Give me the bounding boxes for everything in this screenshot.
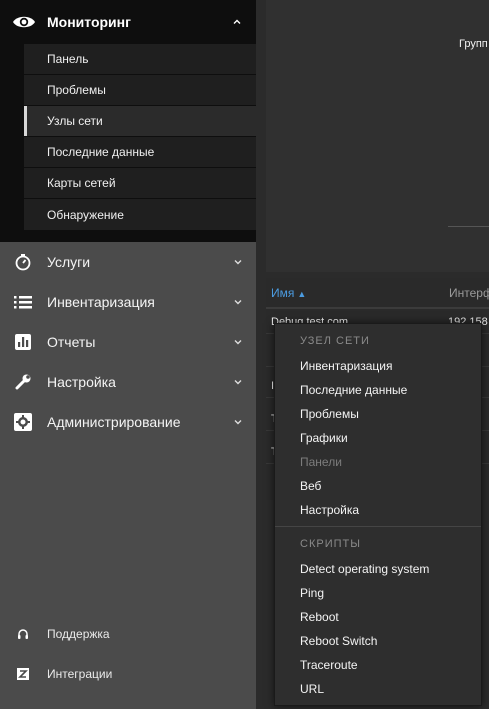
submenu-item-label: Обнаружение	[47, 207, 124, 222]
column-header-interface: Интерф	[449, 286, 489, 300]
wrench-icon	[13, 372, 33, 392]
submenu-item-maps[interactable]: Карты сетей	[24, 168, 256, 199]
submenu-item-discovery[interactable]: Обнаружение	[24, 199, 256, 230]
filter-panel: Групп	[266, 0, 489, 272]
script-detect-os[interactable]: Detect operating system	[300, 562, 429, 576]
script-ping[interactable]: Ping	[300, 586, 324, 600]
monitoring-submenu: Панель Проблемы Узлы сети Последние данн…	[24, 44, 256, 230]
column-header-name[interactable]: Имя ▲	[271, 286, 306, 300]
sort-asc-icon: ▲	[297, 289, 307, 299]
menu-item-inventory[interactable]: Инвентаризация	[300, 359, 392, 373]
chevron-down-icon	[234, 340, 242, 345]
table-header: Имя ▲ Интерф	[266, 278, 489, 309]
chevron-down-icon	[234, 300, 242, 305]
menu-item-web[interactable]: Веб	[300, 479, 321, 493]
menu-item-latest-data[interactable]: Последние данные	[300, 383, 407, 397]
submenu-item-label: Последние данные	[47, 145, 155, 159]
submenu-item-label: Проблемы	[47, 83, 106, 97]
menu-services[interactable]: Услуги	[0, 242, 256, 282]
menu-label: Услуги	[47, 254, 91, 270]
menu-administration[interactable]: Администрирование	[0, 402, 256, 442]
menu-label: Администрирование	[47, 414, 181, 430]
host-groups-label: Групп	[459, 38, 488, 50]
support-label: Поддержка	[47, 627, 110, 641]
submenu-item-label: Узлы сети	[47, 114, 103, 128]
menu-monitoring[interactable]: Мониторинг	[0, 0, 256, 44]
menu-label: Настройка	[47, 374, 116, 390]
list-icon	[13, 292, 33, 312]
submenu-item-label: Карты сетей	[47, 176, 116, 190]
menu-item-graphs[interactable]: Графики	[300, 431, 348, 445]
section-scripts: СКРИПТЫ	[300, 538, 361, 550]
divider	[448, 226, 489, 227]
eye-icon	[12, 14, 36, 30]
menu-item-problems[interactable]: Проблемы	[300, 407, 359, 421]
menu-monitoring-label: Мониторинг	[47, 14, 131, 30]
zabbix-z-icon	[17, 668, 29, 680]
submenu-item-problems[interactable]: Проблемы	[24, 75, 256, 106]
integrations-link[interactable]: Интеграции	[0, 654, 256, 694]
script-reboot-switch[interactable]: Reboot Switch	[300, 634, 377, 648]
submenu-item-hosts[interactable]: Узлы сети	[24, 106, 256, 137]
chevron-down-icon	[234, 260, 242, 265]
menu-label: Отчеты	[47, 334, 96, 350]
script-reboot[interactable]: Reboot	[300, 610, 339, 624]
menu-item-dashboards: Панели	[300, 455, 342, 469]
support-link[interactable]: Поддержка	[0, 614, 256, 654]
script-traceroute[interactable]: Traceroute	[300, 658, 358, 672]
chevron-up-icon	[233, 19, 241, 24]
chevron-down-icon	[234, 380, 242, 385]
submenu-item-latest-data[interactable]: Последние данные	[24, 137, 256, 168]
menu-reports[interactable]: Отчеты	[0, 322, 256, 362]
menu-item-configuration[interactable]: Настройка	[300, 503, 359, 517]
menu-configuration[interactable]: Настройка	[0, 362, 256, 402]
cog-icon	[13, 412, 33, 432]
headset-icon	[17, 628, 29, 640]
monitoring-menu: Мониторинг Панель Проблемы Узлы сети Пос…	[0, 0, 256, 242]
menu-label: Инвентаризация	[47, 294, 155, 310]
submenu-item-label: Панель	[47, 52, 89, 66]
chevron-down-icon	[234, 420, 242, 425]
section-host: УЗЕЛ СЕТИ	[300, 335, 370, 347]
menu-inventory[interactable]: Инвентаризация	[0, 282, 256, 322]
integrations-label: Интеграции	[47, 667, 113, 681]
submenu-item-dashboard[interactable]: Панель	[24, 44, 256, 75]
menu-divider	[275, 526, 481, 527]
sidebar: Мониторинг Панель Проблемы Узлы сети Пос…	[0, 0, 256, 709]
host-context-menu: УЗЕЛ СЕТИ Инвентаризация Последние данны…	[274, 323, 482, 706]
stopwatch-icon	[13, 252, 33, 272]
script-url[interactable]: URL	[300, 682, 324, 696]
bar-chart-icon	[13, 332, 33, 352]
